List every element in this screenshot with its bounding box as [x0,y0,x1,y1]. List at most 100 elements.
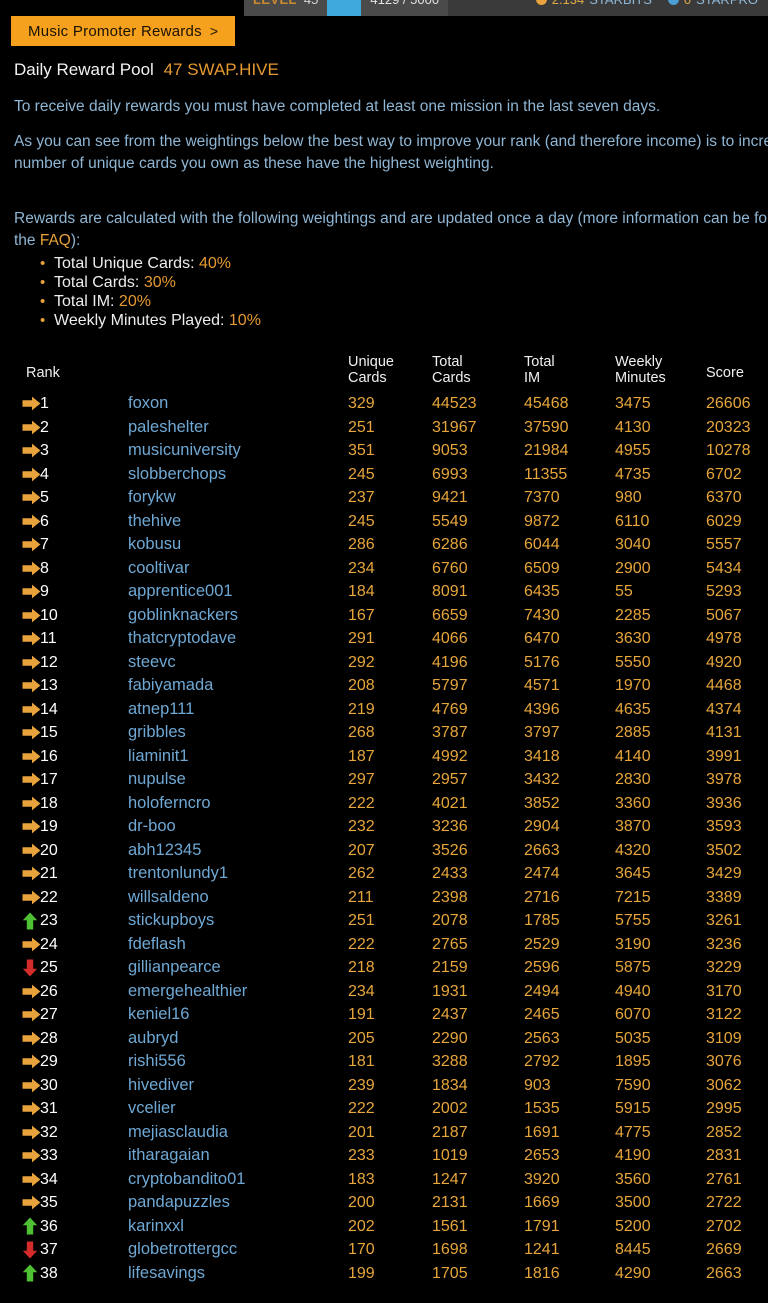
player-name-link[interactable]: hivediver [128,1074,194,1098]
player-name-link[interactable]: steevc [128,651,176,675]
table-row[interactable]: 28 aubryd 205 2290 2563 5035 3109 [0,1027,768,1051]
table-row[interactable]: 3 musicuniversity 351 9053 21984 4955 10278 [0,439,768,463]
player-name-link[interactable]: musicuniversity [128,439,241,463]
table-row[interactable]: 16 liaminit1 187 4992 3418 4140 3991 [0,745,768,769]
player-name-link[interactable]: vcelier [128,1097,176,1121]
table-row[interactable]: 31 vcelier 222 2002 1535 5915 2995 [0,1097,768,1121]
table-row[interactable]: 13 fabiyamada 208 5797 4571 1970 4468 [0,674,768,698]
table-row[interactable]: 38 lifesavings 199 1705 1816 4290 2663 [0,1262,768,1286]
player-name-link[interactable]: fdeflash [128,933,186,957]
player-name-link[interactable]: rishi556 [128,1050,186,1074]
player-name-link[interactable]: goblinknackers [128,604,238,628]
faq-link[interactable]: FAQ [40,232,71,249]
player-name-link[interactable]: paleshelter [128,416,209,440]
player-name-link[interactable]: gribbles [128,721,186,745]
cell-score: 26606 [706,395,751,412]
player-name-link[interactable]: thehive [128,510,181,534]
cell-score: 3261 [706,912,742,929]
table-row[interactable]: 17 nupulse 297 2957 3432 2830 3978 [0,768,768,792]
cell-total-im: 4396 [524,700,560,718]
table-row[interactable]: 10 goblinknackers 167 6659 7430 2285 5067 [0,604,768,628]
player-name-link[interactable]: itharagaian [128,1144,210,1168]
table-row[interactable]: 33 itharagaian 233 1019 2653 4190 2831 [0,1144,768,1168]
table-row[interactable]: 15 gribbles 268 3787 3797 2885 4131 [0,721,768,745]
cell-total-cards: 1019 [432,1147,468,1164]
cell-total-im: 4571 [524,677,560,694]
table-row[interactable]: 25 gillianpearce 218 2159 2596 5875 3229 [0,956,768,980]
player-name-link[interactable]: willsaldeno [128,886,209,910]
player-name-link[interactable]: foxon [128,392,168,416]
player-name-link[interactable]: thatcryptodave [128,627,236,651]
player-name-link[interactable]: mejiasclaudia [128,1121,228,1145]
weighting-label: Total IM: [54,293,115,310]
table-row[interactable]: 12 steevc 292 4196 5176 5550 4920 [0,651,768,675]
level-value: 45 [304,0,318,7]
table-row[interactable]: 26 emergehealthier 234 1931 2494 4940 3170 [0,980,768,1004]
table-row[interactable]: 8 cooltivar 234 6760 6509 2900 5434 [0,557,768,581]
table-row[interactable]: 35 pandapuzzles 200 2131 1669 3500 2722 [0,1191,768,1215]
player-name-link[interactable]: aubryd [128,1027,178,1051]
player-name-link[interactable]: karinxxl [128,1215,184,1239]
player-name-link[interactable]: forykw [128,486,176,510]
music-promoter-rewards-button[interactable]: Music Promoter Rewards > [11,16,236,46]
cell-rank: 11 [40,630,57,647]
table-row[interactable]: 37 globetrottergcc 170 1698 1241 8445 2669 [0,1238,768,1262]
table-row[interactable]: 9 apprentice001 184 8091 6435 55 5293 [0,580,768,604]
player-name-link[interactable]: lifesavings [128,1262,205,1286]
column-header-score: Score [706,365,744,381]
table-row[interactable]: 22 willsaldeno 211 2398 2716 7215 3389 [0,886,768,910]
table-row[interactable]: 2 paleshelter 251 31967 37590 4130 20323 [0,416,768,440]
trend-same-icon [22,772,41,787]
player-name-link[interactable]: fabiyamada [128,674,213,698]
cell-total-cards: 1931 [432,982,468,1000]
player-name-link[interactable]: dr-boo [128,815,176,839]
player-name-link[interactable]: trentonlundy1 [128,862,228,886]
player-name-link[interactable]: gillianpearce [128,956,221,980]
cell-total-cards: 2159 [432,959,468,976]
table-row[interactable]: 23 stickupboys 251 2078 1785 5755 3261 [0,909,768,933]
player-name-link[interactable]: atnep111 [128,698,194,722]
cell-rank: 16 [40,747,58,765]
player-name-link[interactable]: cooltivar [128,557,189,581]
cell-score: 3109 [706,1029,742,1047]
table-row[interactable]: 18 holoferncro 222 4021 3852 3360 3936 [0,792,768,816]
table-row[interactable]: 20 abh12345 207 3526 2663 4320 3502 [0,839,768,863]
player-name-link[interactable]: slobberchops [128,463,226,487]
column-header-unique-cards: Unique Cards [348,354,394,386]
table-row[interactable]: 36 karinxxl 202 1561 1791 5200 2702 [0,1215,768,1239]
player-name-link[interactable]: nupulse [128,768,186,792]
cell-weekly-minutes: 55 [615,583,633,600]
table-row[interactable]: 1 foxon 329 44523 45468 3475 26606 [0,392,768,416]
player-name-link[interactable]: stickupboys [128,909,214,933]
table-row[interactable]: 19 dr-boo 232 3236 2904 3870 3593 [0,815,768,839]
xp-progress-bar [327,0,362,16]
table-row[interactable]: 29 rishi556 181 3288 2792 1895 3076 [0,1050,768,1074]
player-name-link[interactable]: pandapuzzles [128,1191,230,1215]
player-name-link[interactable]: globetrottergcc [128,1238,237,1262]
table-row[interactable]: 27 keniel16 191 2437 2465 6070 3122 [0,1003,768,1027]
player-name-link[interactable]: kobusu [128,533,181,557]
table-row[interactable]: 7 kobusu 286 6286 6044 3040 5557 [0,533,768,557]
table-row[interactable]: 6 thehive 245 5549 9872 6110 6029 [0,510,768,534]
table-row[interactable]: 11 thatcryptodave 291 4066 6470 3630 4978 [0,627,768,651]
table-row[interactable]: 30 hivediver 239 1834 903 7590 3062 [0,1074,768,1098]
table-row[interactable]: 32 mejiasclaudia 201 2187 1691 4775 2852 [0,1121,768,1145]
table-row[interactable]: 34 cryptobandito01 183 1247 3920 3560 2761 [0,1168,768,1192]
table-row[interactable]: 24 fdeflash 222 2765 2529 3190 3236 [0,933,768,957]
player-name-link[interactable]: liaminit1 [128,745,189,769]
table-row[interactable]: 21 trentonlundy1 262 2433 2474 3645 3429 [0,862,768,886]
player-name-link[interactable]: holoferncro [128,792,211,816]
cell-total-im: 1669 [524,1194,560,1211]
cell-rank: 21 [40,865,58,882]
token-balances: 2.134 STARBITS 0 STARPRO [525,0,768,16]
player-name-link[interactable]: abh12345 [128,839,201,863]
table-row[interactable]: 14 atnep111 219 4769 4396 4635 4374 [0,698,768,722]
player-name-link[interactable]: cryptobandito01 [128,1168,245,1192]
cell-total-im: 3852 [524,794,560,812]
cell-weekly-minutes: 4735 [615,465,651,483]
player-name-link[interactable]: apprentice001 [128,580,233,604]
player-name-link[interactable]: keniel16 [128,1003,189,1027]
table-row[interactable]: 4 slobberchops 245 6993 11355 4735 6702 [0,463,768,487]
table-row[interactable]: 5 forykw 237 9421 7370 980 6370 [0,486,768,510]
player-name-link[interactable]: emergehealthier [128,980,247,1004]
